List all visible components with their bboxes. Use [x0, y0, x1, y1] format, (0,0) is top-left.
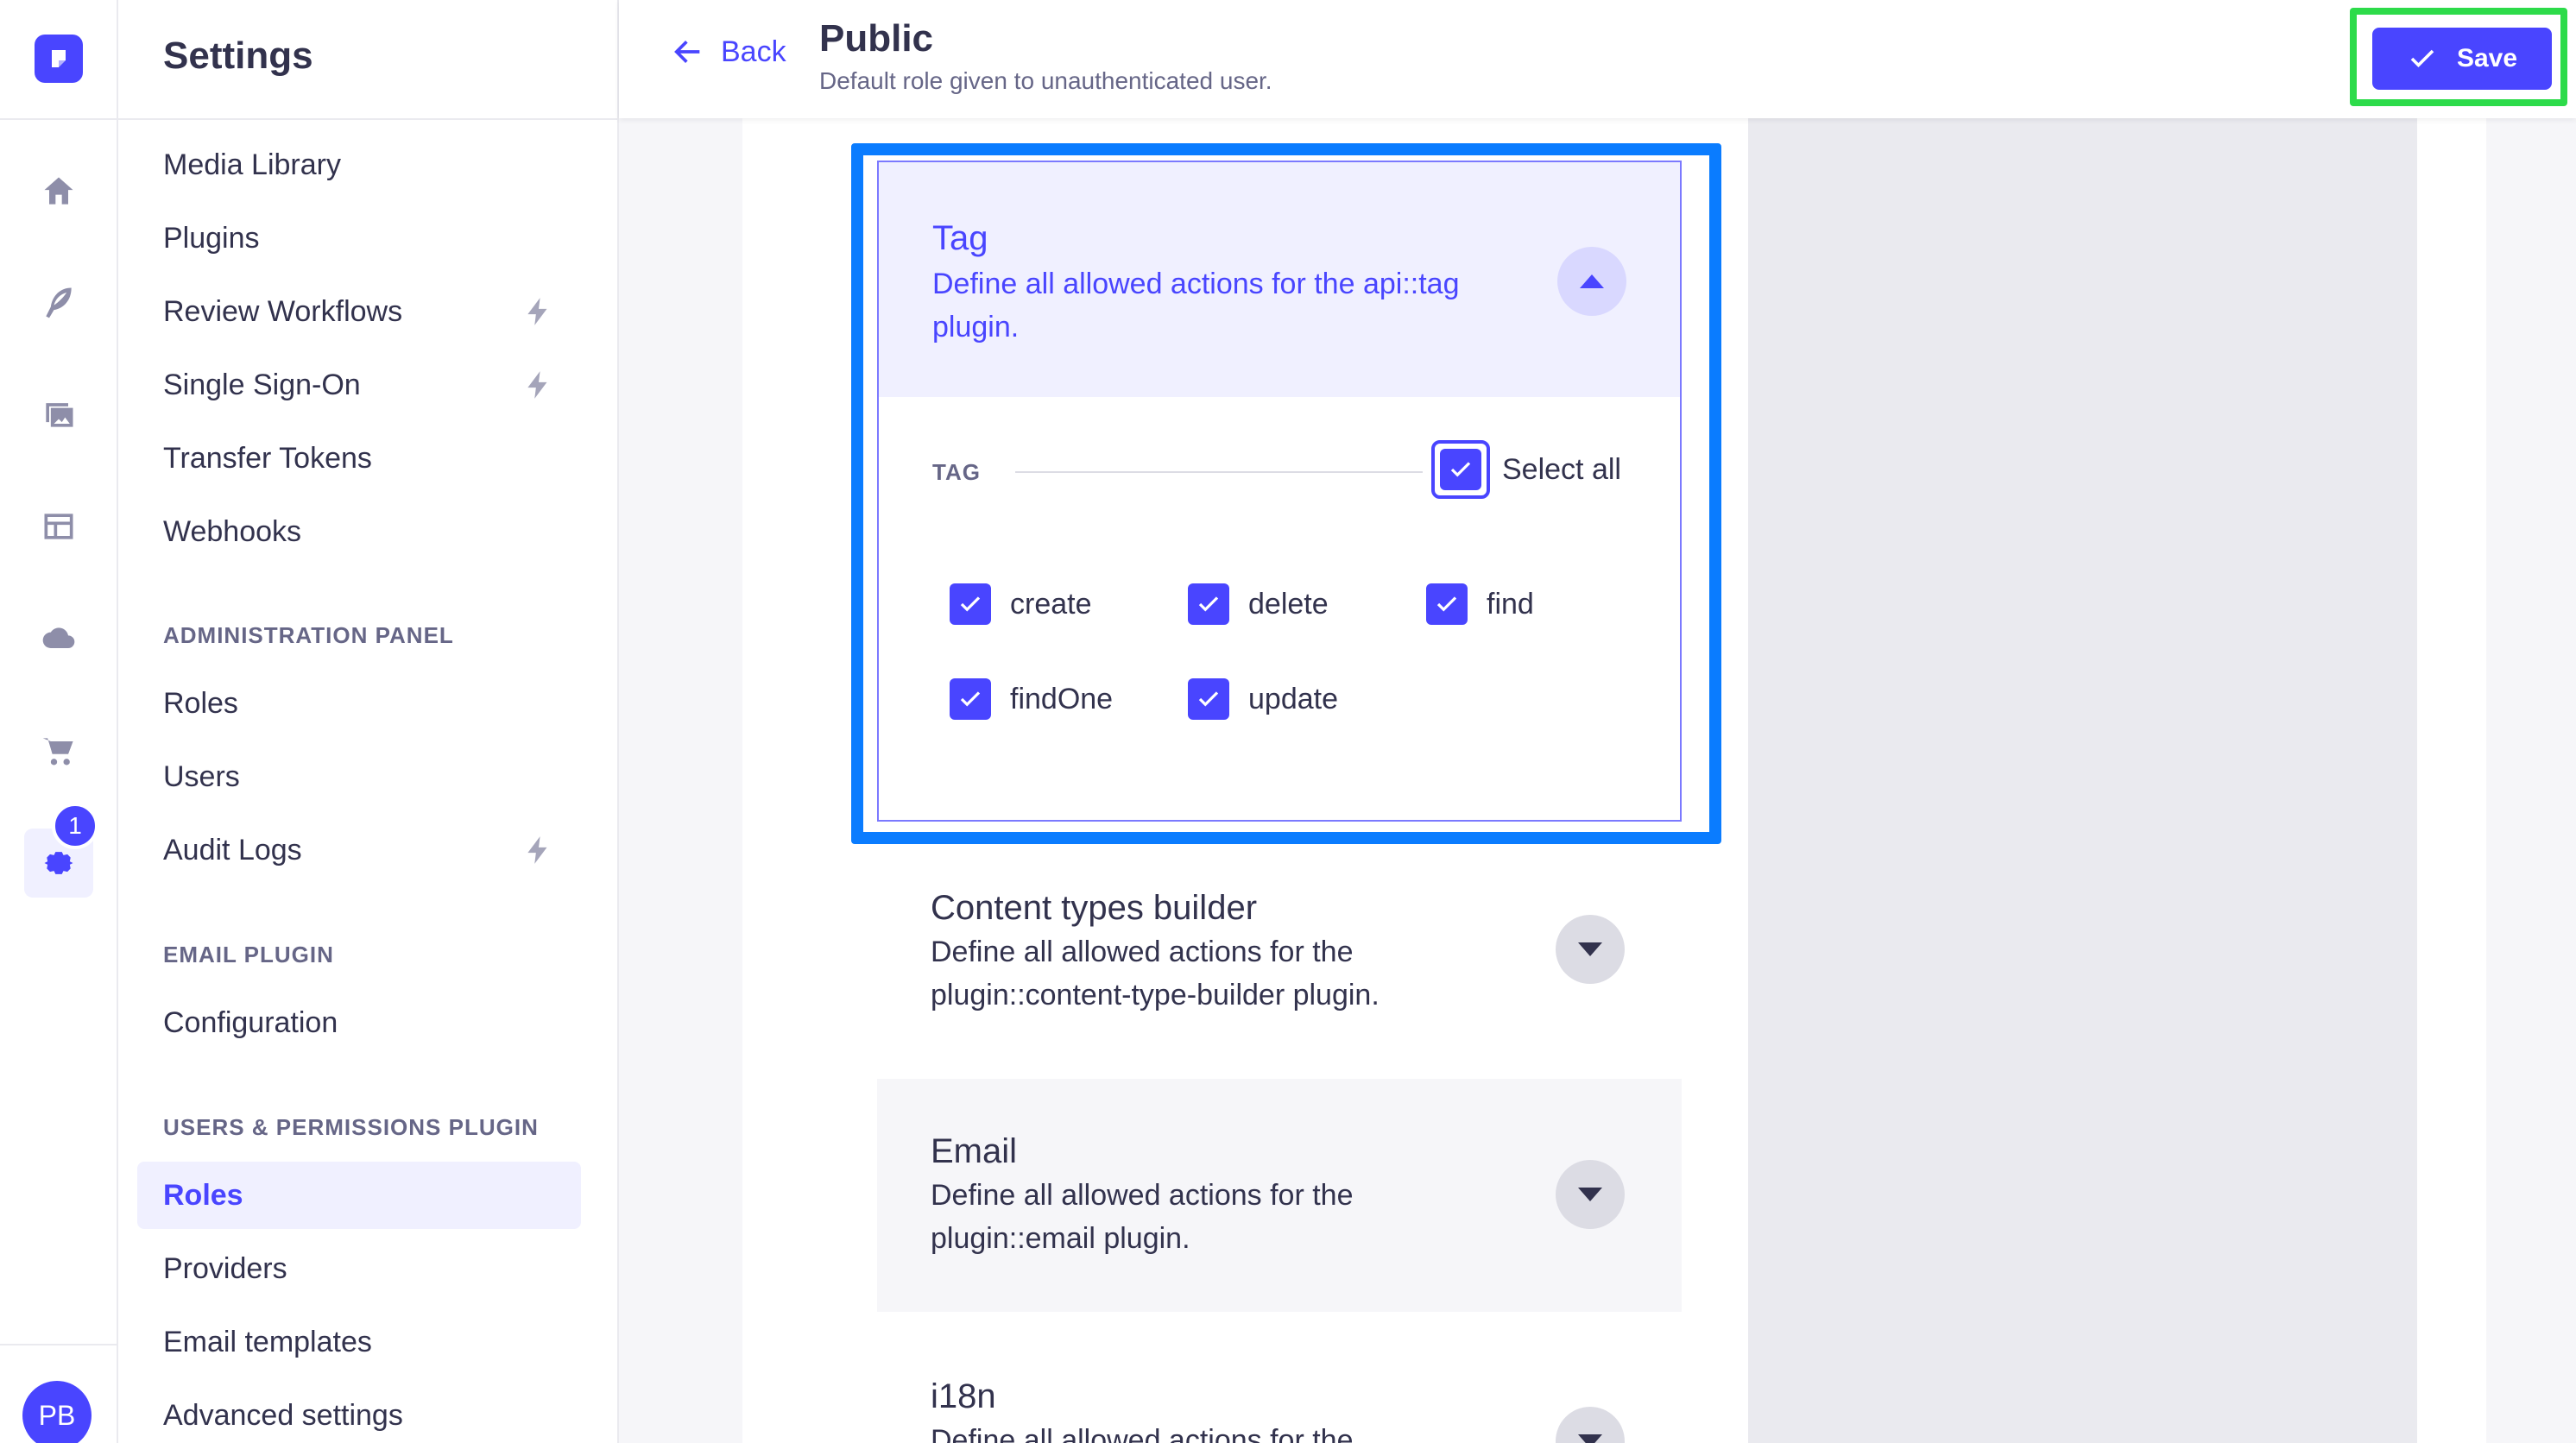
sidebar-item-audit-logs[interactable]: Audit Logs	[137, 816, 581, 884]
page-title: Public	[819, 17, 934, 60]
accordion-description: Define all allowed actions for the plugi…	[931, 1179, 1354, 1255]
main-nav-rail: 1 PB	[0, 0, 118, 1443]
sidebar-item-media-library[interactable]: Media Library	[137, 131, 581, 198]
accordion-description: Define all allowed actions for the	[931, 1424, 1354, 1443]
media-icon[interactable]	[24, 380, 93, 449]
back-link[interactable]: Back	[671, 35, 786, 69]
sidebar-item-email-templates[interactable]: Email templates	[137, 1308, 581, 1376]
logo-icon[interactable]	[35, 35, 83, 83]
accordion-title: Email	[931, 1132, 1018, 1170]
sidebar-item-single-sign-on[interactable]: Single Sign-On	[137, 351, 581, 419]
avatar[interactable]: PB	[22, 1381, 92, 1443]
sidebar-item-review-workflows[interactable]: Review Workflows	[137, 278, 581, 345]
accordion-title: Content types builder	[931, 889, 1258, 927]
section-administration-panel: ADMINISTRATION PANEL	[163, 622, 454, 648]
permission-group-label: TAG	[932, 459, 981, 485]
accordion-tag-header[interactable]: Tag Define all allowed actions for the a…	[879, 162, 1680, 397]
sidebar-item-up-roles[interactable]: Roles	[137, 1162, 581, 1229]
accordion-email[interactable]: Email Define all allowed actions for the…	[877, 1079, 1682, 1312]
sidebar-item-providers[interactable]: Providers	[137, 1235, 581, 1302]
cloud-icon[interactable]	[24, 604, 93, 673]
notification-badge: 1	[52, 803, 98, 849]
sidebar-item-admin-roles[interactable]: Roles	[137, 670, 581, 737]
sidebar-title: Settings	[163, 35, 313, 77]
sidebar-item-configuration[interactable]: Configuration	[137, 989, 581, 1056]
layout-icon[interactable]	[24, 492, 93, 561]
page-header: Back Public Default role given to unauth…	[619, 0, 2576, 118]
feather-icon[interactable]	[24, 268, 93, 337]
group-divider	[1015, 471, 1423, 473]
sidebar-item-plugins[interactable]: Plugins	[137, 205, 581, 272]
section-email-plugin: EMAIL PLUGIN	[163, 942, 334, 967]
sidebar-divider	[118, 118, 617, 120]
lightning-icon	[522, 295, 555, 328]
permission-find-checkbox[interactable]: find	[1426, 583, 1534, 625]
accordion-tag: Tag Define all allowed actions for the a…	[877, 161, 1682, 822]
chevron-up-icon[interactable]	[1557, 247, 1626, 316]
sidebar-item-transfer-tokens[interactable]: Transfer Tokens	[137, 425, 581, 492]
accordion-description: Define all allowed actions for the plugi…	[931, 936, 1380, 1011]
rail-divider	[0, 118, 117, 120]
accordion-title: i18n	[931, 1377, 996, 1415]
permission-delete-checkbox[interactable]: delete	[1188, 583, 1329, 625]
lightning-icon	[522, 834, 555, 866]
section-users-permissions-plugin: USERS & PERMISSIONS PLUGIN	[163, 1114, 539, 1140]
checkbox-checked-icon	[950, 678, 991, 720]
accordion-description: Define all allowed actions for the api::…	[932, 268, 1460, 343]
check-icon	[2410, 49, 2434, 68]
checkbox-checked-icon	[1440, 449, 1481, 490]
page-subtitle: Default role given to unauthenticated us…	[819, 67, 1272, 94]
checkbox-checked-icon	[1188, 583, 1229, 625]
settings-sidebar: Settings Media Library Plugins Review Wo…	[118, 0, 619, 1443]
right-panel	[1748, 118, 2417, 1443]
accordion-content-types-builder[interactable]: Content types builder Define all allowed…	[877, 863, 1682, 1096]
checkbox-checked-icon	[950, 583, 991, 625]
rail-bottom-divider	[0, 1344, 117, 1345]
lightning-icon	[522, 369, 555, 401]
sidebar-item-webhooks[interactable]: Webhooks	[137, 498, 581, 565]
chevron-down-icon[interactable]	[1556, 1160, 1625, 1229]
permission-update-checkbox[interactable]: update	[1188, 678, 1338, 720]
permission-findone-checkbox[interactable]: findOne	[950, 678, 1113, 720]
arrow-left-icon	[674, 41, 700, 63]
chevron-down-icon[interactable]	[1556, 1407, 1625, 1443]
cart-icon[interactable]	[24, 716, 93, 785]
chevron-down-icon[interactable]	[1556, 915, 1625, 984]
sidebar-item-advanced-settings[interactable]: Advanced settings	[137, 1382, 581, 1443]
checkbox-checked-icon	[1426, 583, 1468, 625]
home-icon[interactable]	[24, 157, 93, 226]
checkbox-checked-icon	[1188, 678, 1229, 720]
accordion-title: Tag	[932, 219, 988, 257]
permission-create-checkbox[interactable]: create	[950, 583, 1092, 625]
sidebar-item-users[interactable]: Users	[137, 743, 581, 810]
save-button[interactable]: Save	[2372, 28, 2552, 90]
select-all-checkbox[interactable]: Select all	[1431, 440, 1621, 499]
accordion-i18n[interactable]: i18n Define all allowed actions for the	[877, 1338, 1682, 1443]
